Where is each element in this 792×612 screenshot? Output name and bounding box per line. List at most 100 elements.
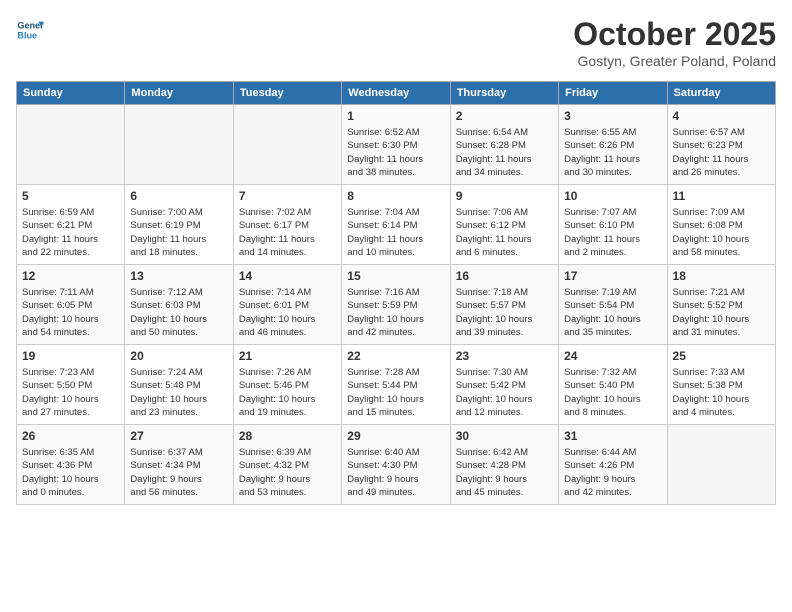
calendar-cell: 4 Sunrise: 6:57 AM Sunset: 6:23 PM Daylig… [667, 105, 775, 185]
day-number: 31 [564, 429, 661, 443]
header-tuesday: Tuesday [233, 82, 341, 105]
calendar-cell: 31 Sunrise: 6:44 AM Sunset: 4:26 PM Dayli… [559, 425, 667, 505]
calendar-cell: 10 Sunrise: 7:07 AM Sunset: 6:10 PM Dayli… [559, 185, 667, 265]
day-number: 16 [456, 269, 553, 283]
header-wednesday: Wednesday [342, 82, 450, 105]
day-content: Sunrise: 6:59 AM Sunset: 6:21 PM Dayligh… [22, 206, 119, 259]
logo-icon: General Blue [16, 16, 44, 44]
calendar-cell: 12 Sunrise: 7:11 AM Sunset: 6:05 PM Dayli… [17, 265, 125, 345]
day-number: 8 [347, 189, 444, 203]
day-number: 13 [130, 269, 227, 283]
day-content: Sunrise: 7:02 AM Sunset: 6:17 PM Dayligh… [239, 206, 336, 259]
days-header-row: Sunday Monday Tuesday Wednesday Thursday… [17, 82, 776, 105]
calendar-cell: 22 Sunrise: 7:28 AM Sunset: 5:44 PM Dayli… [342, 345, 450, 425]
day-content: Sunrise: 6:52 AM Sunset: 6:30 PM Dayligh… [347, 126, 444, 179]
day-content: Sunrise: 7:00 AM Sunset: 6:19 PM Dayligh… [130, 206, 227, 259]
day-content: Sunrise: 7:14 AM Sunset: 6:01 PM Dayligh… [239, 286, 336, 339]
calendar-cell: 27 Sunrise: 6:37 AM Sunset: 4:34 PM Dayli… [125, 425, 233, 505]
calendar-cell: 14 Sunrise: 7:14 AM Sunset: 6:01 PM Dayli… [233, 265, 341, 345]
day-content: Sunrise: 7:21 AM Sunset: 5:52 PM Dayligh… [673, 286, 770, 339]
day-content: Sunrise: 7:07 AM Sunset: 6:10 PM Dayligh… [564, 206, 661, 259]
calendar-cell [125, 105, 233, 185]
calendar-cell: 3 Sunrise: 6:55 AM Sunset: 6:26 PM Daylig… [559, 105, 667, 185]
calendar-cell: 11 Sunrise: 7:09 AM Sunset: 6:08 PM Dayli… [667, 185, 775, 265]
calendar-cell: 20 Sunrise: 7:24 AM Sunset: 5:48 PM Dayli… [125, 345, 233, 425]
day-number: 22 [347, 349, 444, 363]
day-number: 11 [673, 189, 770, 203]
day-content: Sunrise: 7:04 AM Sunset: 6:14 PM Dayligh… [347, 206, 444, 259]
day-number: 19 [22, 349, 119, 363]
day-number: 5 [22, 189, 119, 203]
calendar-cell: 15 Sunrise: 7:16 AM Sunset: 5:59 PM Dayli… [342, 265, 450, 345]
day-number: 4 [673, 109, 770, 123]
calendar-cell: 2Sunrise: 6:54 AM Sunset: 6:28 PM Daylig… [450, 105, 558, 185]
day-content: Sunrise: 6:55 AM Sunset: 6:26 PM Dayligh… [564, 126, 661, 179]
day-number: 25 [673, 349, 770, 363]
day-number: 12 [22, 269, 119, 283]
day-content: Sunrise: 6:35 AM Sunset: 4:36 PM Dayligh… [22, 446, 119, 499]
day-number: 23 [456, 349, 553, 363]
day-content: Sunrise: 7:19 AM Sunset: 5:54 PM Dayligh… [564, 286, 661, 339]
day-content: Sunrise: 7:18 AM Sunset: 5:57 PM Dayligh… [456, 286, 553, 339]
calendar-cell [17, 105, 125, 185]
day-content: Sunrise: 6:57 AM Sunset: 6:23 PM Dayligh… [673, 126, 770, 179]
day-number: 2 [456, 109, 553, 123]
day-content: Sunrise: 7:24 AM Sunset: 5:48 PM Dayligh… [130, 366, 227, 419]
day-content: Sunrise: 6:39 AM Sunset: 4:32 PM Dayligh… [239, 446, 336, 499]
day-number: 30 [456, 429, 553, 443]
calendar-cell: 18 Sunrise: 7:21 AM Sunset: 5:52 PM Dayli… [667, 265, 775, 345]
day-content: Sunrise: 7:11 AM Sunset: 6:05 PM Dayligh… [22, 286, 119, 339]
day-content: Sunrise: 6:44 AM Sunset: 4:26 PM Dayligh… [564, 446, 661, 499]
day-number: 26 [22, 429, 119, 443]
calendar-cell: 17Sunrise: 7:19 AM Sunset: 5:54 PM Dayli… [559, 265, 667, 345]
day-content: Sunrise: 6:37 AM Sunset: 4:34 PM Dayligh… [130, 446, 227, 499]
calendar-cell: 23 Sunrise: 7:30 AM Sunset: 5:42 PM Dayli… [450, 345, 558, 425]
day-number: 3 [564, 109, 661, 123]
header-friday: Friday [559, 82, 667, 105]
day-content: Sunrise: 7:28 AM Sunset: 5:44 PM Dayligh… [347, 366, 444, 419]
day-number: 28 [239, 429, 336, 443]
day-number: 29 [347, 429, 444, 443]
calendar-week-3: 12 Sunrise: 7:11 AM Sunset: 6:05 PM Dayli… [17, 265, 776, 345]
day-number: 9 [456, 189, 553, 203]
day-number: 27 [130, 429, 227, 443]
day-content: Sunrise: 7:12 AM Sunset: 6:03 PM Dayligh… [130, 286, 227, 339]
calendar-week-4: 19Sunrise: 7:23 AM Sunset: 5:50 PM Dayli… [17, 345, 776, 425]
day-content: Sunrise: 7:26 AM Sunset: 5:46 PM Dayligh… [239, 366, 336, 419]
calendar-cell: 21 Sunrise: 7:26 AM Sunset: 5:46 PM Dayli… [233, 345, 341, 425]
header-sunday: Sunday [17, 82, 125, 105]
day-number: 15 [347, 269, 444, 283]
calendar-week-2: 5 Sunrise: 6:59 AM Sunset: 6:21 PM Daylig… [17, 185, 776, 265]
calendar-cell: 9 Sunrise: 7:06 AM Sunset: 6:12 PM Daylig… [450, 185, 558, 265]
day-content: Sunrise: 7:30 AM Sunset: 5:42 PM Dayligh… [456, 366, 553, 419]
header-thursday: Thursday [450, 82, 558, 105]
calendar-cell: 25Sunrise: 7:33 AM Sunset: 5:38 PM Dayli… [667, 345, 775, 425]
day-content: Sunrise: 7:32 AM Sunset: 5:40 PM Dayligh… [564, 366, 661, 419]
calendar-table: Sunday Monday Tuesday Wednesday Thursday… [16, 81, 776, 505]
page-header: General Blue October 2025 Gostyn, Greate… [16, 16, 776, 69]
calendar-cell: 28 Sunrise: 6:39 AM Sunset: 4:32 PM Dayli… [233, 425, 341, 505]
header-monday: Monday [125, 82, 233, 105]
calendar-cell: 13 Sunrise: 7:12 AM Sunset: 6:03 PM Dayli… [125, 265, 233, 345]
day-number: 21 [239, 349, 336, 363]
calendar-cell [667, 425, 775, 505]
day-number: 18 [673, 269, 770, 283]
calendar-cell: 8 Sunrise: 7:04 AM Sunset: 6:14 PM Daylig… [342, 185, 450, 265]
day-number: 10 [564, 189, 661, 203]
day-content: Sunrise: 6:42 AM Sunset: 4:28 PM Dayligh… [456, 446, 553, 499]
day-content: Sunrise: 6:40 AM Sunset: 4:30 PM Dayligh… [347, 446, 444, 499]
calendar-cell: 6Sunrise: 7:00 AM Sunset: 6:19 PM Daylig… [125, 185, 233, 265]
day-number: 7 [239, 189, 336, 203]
calendar-cell: 7 Sunrise: 7:02 AM Sunset: 6:17 PM Daylig… [233, 185, 341, 265]
day-content: Sunrise: 7:16 AM Sunset: 5:59 PM Dayligh… [347, 286, 444, 339]
day-number: 14 [239, 269, 336, 283]
calendar-cell: 16 Sunrise: 7:18 AM Sunset: 5:57 PM Dayli… [450, 265, 558, 345]
day-number: 20 [130, 349, 227, 363]
calendar-cell: 29 Sunrise: 6:40 AM Sunset: 4:30 PM Dayli… [342, 425, 450, 505]
svg-text:Blue: Blue [17, 30, 37, 40]
calendar-cell: 5 Sunrise: 6:59 AM Sunset: 6:21 PM Daylig… [17, 185, 125, 265]
calendar-cell [233, 105, 341, 185]
day-content: Sunrise: 7:09 AM Sunset: 6:08 PM Dayligh… [673, 206, 770, 259]
calendar-cell: 30 Sunrise: 6:42 AM Sunset: 4:28 PM Dayli… [450, 425, 558, 505]
day-content: Sunrise: 7:06 AM Sunset: 6:12 PM Dayligh… [456, 206, 553, 259]
